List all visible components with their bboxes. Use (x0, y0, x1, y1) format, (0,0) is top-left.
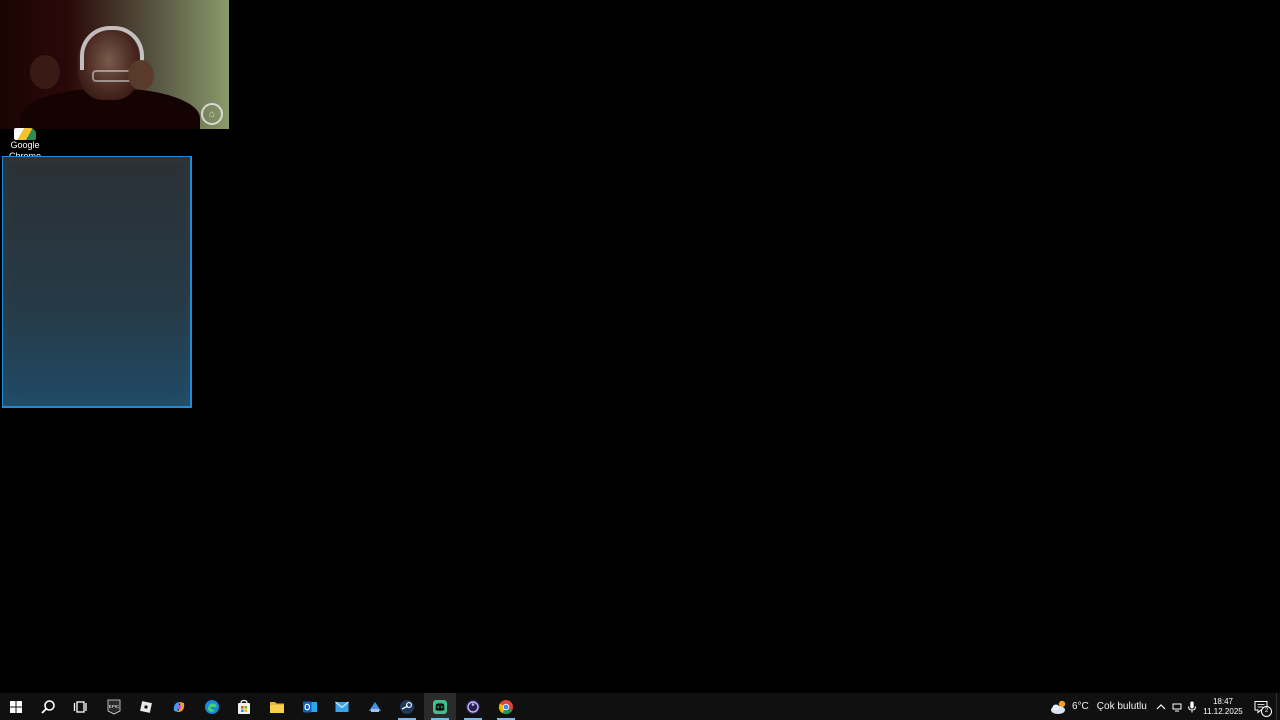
mail-icon (335, 701, 349, 712)
outlook-icon (303, 701, 317, 712)
copilot-icon (173, 701, 185, 712)
svg-text:EPIC: EPIC (109, 704, 120, 709)
epic-games-icon: EPIC (107, 699, 121, 714)
chrome-icon (498, 699, 513, 714)
task-view-button[interactable] (64, 693, 96, 720)
webcam-overlay: ⌂ (0, 0, 229, 129)
taskbar-app-copilot[interactable] (163, 693, 195, 720)
taskbar-app-obs[interactable] (457, 693, 489, 720)
taskbar-clock[interactable]: 18:47 11.12.2025 (1198, 693, 1248, 720)
weather-widget[interactable]: 6°C Çok bulutlu (1050, 693, 1147, 720)
desktop-icon-label: Google Chrome (8, 140, 41, 156)
clock-time: 18:47 (1212, 696, 1234, 706)
cloudy-weather-icon (1051, 700, 1066, 714)
taskbar-app-discord[interactable] (424, 693, 456, 720)
windows-icon (10, 700, 22, 713)
roblox-icon (140, 700, 152, 713)
search-button[interactable] (32, 693, 64, 720)
notification-count-badge: 2 (1261, 706, 1272, 717)
app-blue-icon (369, 701, 381, 712)
taskbar: EPIC 6°C Çok bulutlu 18:47 11.12.2025 2 (0, 693, 1280, 720)
clock-date: 11.12.2025 (1203, 706, 1243, 716)
webcam-logo-icon: ⌂ (201, 103, 223, 125)
taskbar-app-roblox[interactable] (130, 693, 162, 720)
steam-icon (400, 699, 414, 714)
start-button[interactable] (0, 693, 32, 720)
taskbar-app-epic-games[interactable]: EPIC (98, 693, 130, 720)
selection-rectangle (2, 156, 192, 408)
webcam-hand-left (30, 55, 60, 89)
taskbar-app-steam[interactable] (391, 693, 423, 720)
folder-icon (270, 701, 284, 713)
taskbar-app-file-explorer[interactable] (261, 693, 293, 720)
taskbar-app-blue[interactable] (359, 693, 391, 720)
notification-center-button[interactable]: 2 (1250, 693, 1272, 720)
taskbar-app-mail[interactable] (326, 693, 358, 720)
taskbar-app-chrome[interactable] (490, 693, 522, 720)
chevron-up-icon (1156, 703, 1166, 709)
tray-microphone-button[interactable] (1186, 693, 1198, 720)
taskbar-app-edge[interactable] (196, 693, 228, 720)
microphone-icon (1188, 701, 1196, 712)
search-icon (41, 699, 55, 714)
taskbar-app-outlook[interactable] (294, 693, 326, 720)
webcam-hand-right (128, 60, 154, 90)
show-hidden-icons-button[interactable] (1154, 693, 1168, 720)
show-desktop-button[interactable] (1276, 693, 1280, 720)
discord-icon (433, 699, 447, 714)
edge-icon (205, 699, 219, 714)
obs-icon (466, 699, 480, 714)
desktop-icon-google-chrome[interactable]: Google Chrome (2, 128, 48, 156)
weather-temperature: 6°C (1072, 701, 1089, 712)
shortcut-icon (14, 128, 36, 140)
taskbar-app-microsoft-store[interactable] (228, 693, 260, 720)
weather-condition: Çok bulutlu (1096, 701, 1147, 712)
store-icon (238, 699, 250, 714)
display-icon (1172, 703, 1182, 711)
tray-display-icon-button[interactable] (1170, 693, 1184, 720)
task-view-icon (73, 700, 87, 713)
